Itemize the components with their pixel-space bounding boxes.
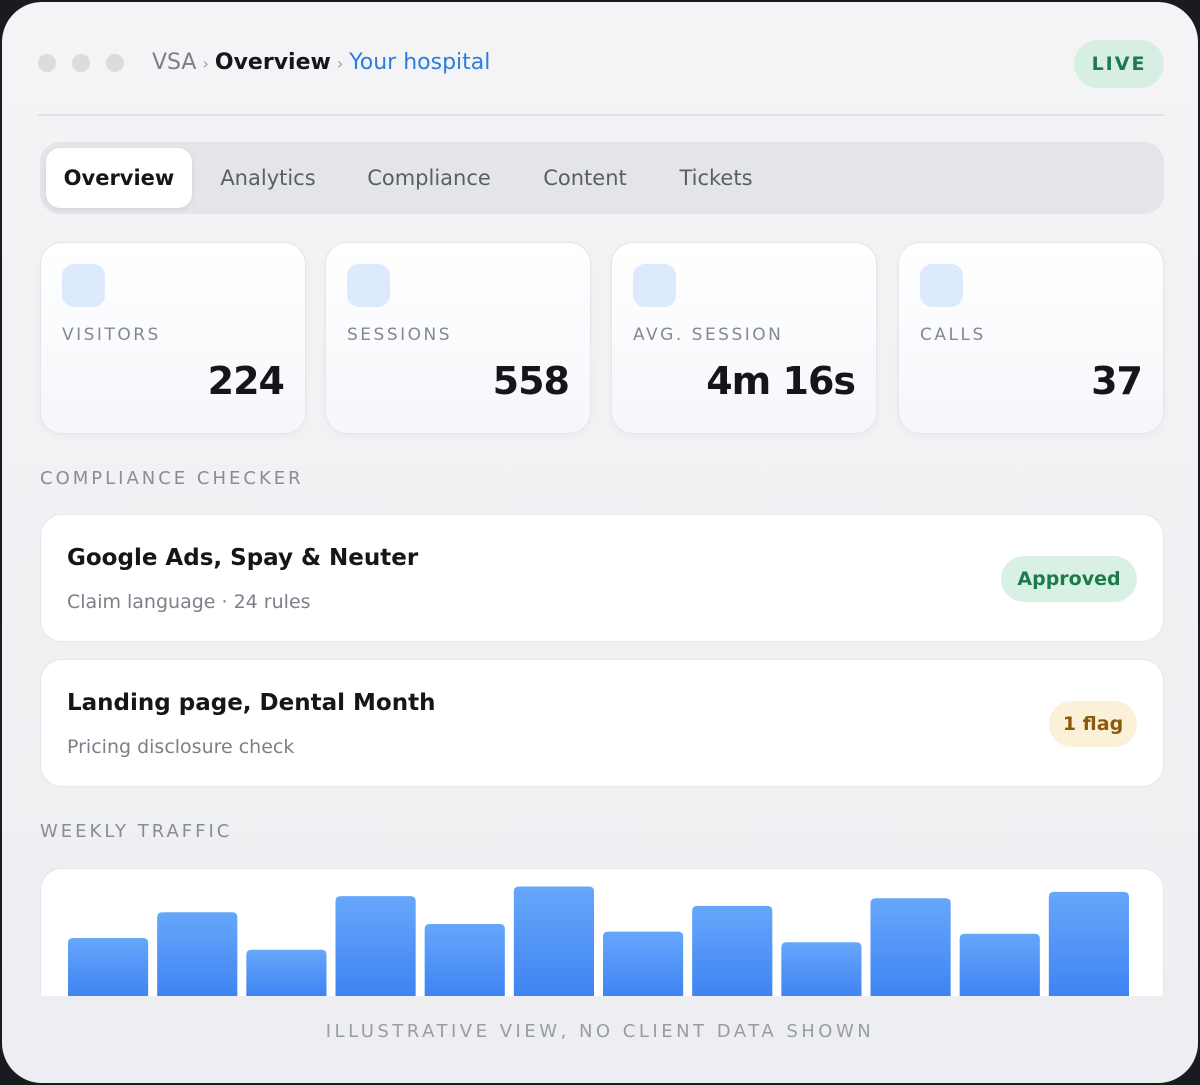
traffic-bar-3 [246, 949, 327, 996]
compliance-section-title: COMPLIANCE CHECKER [40, 468, 304, 489]
window-maximize-dot[interactable] [106, 54, 124, 72]
bar-chart [68, 886, 1129, 996]
tab-overview[interactable]: Overview [46, 148, 192, 208]
footer-note: ILLUSTRATIVE VIEW, NO CLIENT DATA SHOWN [325, 1021, 875, 1042]
approved-badge: Approved [1001, 556, 1137, 602]
traffic-bar-11 [959, 933, 1040, 996]
stat-value: 558 [492, 359, 570, 403]
traffic-section-title: WEEKLY TRAFFIC [40, 821, 233, 842]
stat-card-calls: CALLS 37 [898, 242, 1164, 434]
live-status-badge: LIVE [1074, 40, 1164, 88]
visitors-icon [62, 264, 105, 307]
traffic-bar-6 [513, 886, 594, 996]
stat-card-visitors: VISITORS 224 [40, 242, 306, 434]
window-close-dot[interactable] [38, 54, 56, 72]
stat-label: AVG. SESSION [633, 325, 784, 345]
tab-analytics[interactable]: Analytics [204, 148, 332, 208]
flag-badge: 1 flag [1049, 701, 1137, 747]
stat-label: CALLS [920, 325, 986, 345]
stat-card-sessions: SESSIONS 558 [325, 242, 591, 434]
header-divider [38, 114, 1164, 116]
stat-label: SESSIONS [347, 325, 453, 345]
compliance-item-subtitle: Claim language · 24 rules [67, 591, 311, 613]
stat-value: 4m 16s [706, 359, 856, 403]
tab-compliance[interactable]: Compliance [346, 148, 512, 208]
traffic-bar-10 [870, 898, 951, 996]
traffic-bar-7 [603, 931, 684, 996]
stat-value: 37 [1091, 359, 1143, 403]
phone-icon [920, 264, 963, 307]
compliance-item-subtitle: Pricing disclosure check [67, 736, 295, 758]
breadcrumb-current: Overview [214, 50, 331, 75]
traffic-bar-4 [335, 896, 416, 996]
app-window: VSA › Overview › Your hospital LIVE Overview… [2, 2, 1198, 1083]
weekly-traffic-chart [40, 868, 1164, 996]
title-bar: VSA › Overview › Your hospital LIVE [38, 38, 1164, 90]
traffic-bar-9 [781, 942, 862, 996]
clock-icon [633, 264, 676, 307]
compliance-item-title: Google Ads, Spay & Neuter [67, 545, 419, 571]
compliance-item-landing-page[interactable]: Landing page, Dental Month Pricing discl… [40, 659, 1164, 787]
breadcrumb: VSA › Overview › Your hospital [152, 48, 490, 79]
tab-bar: Overview Analytics Compliance Content Ti… [40, 142, 1164, 214]
traffic-bar-2 [157, 912, 238, 996]
window-minimize-dot[interactable] [72, 54, 90, 72]
stat-card-avg-session: AVG. SESSION 4m 16s [611, 242, 877, 434]
breadcrumb-root[interactable]: VSA [152, 50, 196, 75]
compliance-item-google-ads[interactable]: Google Ads, Spay & Neuter Claim language… [40, 514, 1164, 642]
tab-content[interactable]: Content [526, 148, 644, 208]
breadcrumb-separator-icon: › [202, 54, 209, 73]
traffic-bar-12 [1048, 891, 1129, 996]
compliance-item-title: Landing page, Dental Month [67, 690, 436, 716]
traffic-bar-5 [424, 924, 505, 996]
traffic-bar-1 [68, 938, 149, 996]
stat-label: VISITORS [62, 325, 161, 345]
breadcrumb-separator-icon: › [336, 54, 344, 73]
breadcrumb-hospital-link[interactable]: Your hospital [349, 50, 490, 75]
sessions-icon [347, 264, 390, 307]
tab-tickets[interactable]: Tickets [660, 148, 772, 208]
traffic-bar-8 [692, 905, 773, 996]
stat-value: 224 [207, 359, 285, 403]
